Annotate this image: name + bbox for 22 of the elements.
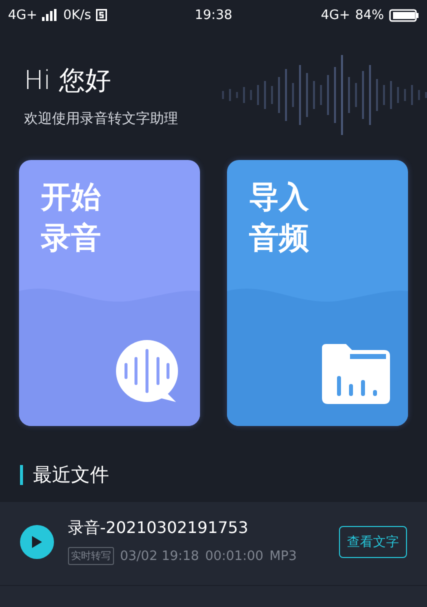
signal-icon [42,9,58,21]
network-speed: 0K/s [63,8,92,22]
file-date: 03/02 19:18 [120,548,200,564]
play-button[interactable] [20,524,54,558]
section-title: 最近文件 [33,463,109,488]
battery-level: 84% [355,8,384,22]
start-recording-card[interactable]: 开始 录音 [19,160,200,426]
view-text-button[interactable]: 查看文字 [339,526,407,558]
greeting-title: Hi 您好 [24,64,112,98]
network-type: 4G+ [320,8,350,22]
app-notification-icon [96,9,108,21]
play-icon [31,534,43,548]
clock: 19:38 [194,8,232,22]
file-duration: 00:01:00 [205,548,264,564]
greeting-subtitle: 欢迎使用录音转文字助理 [24,110,178,128]
battery-icon [389,8,419,22]
import-audio-card[interactable]: 导入 音频 [227,160,408,426]
audio-folder-icon [322,344,390,404]
file-name: 录音-20210302191753 [68,518,250,539]
file-format: MP3 [269,548,297,564]
file-tag: 实时转写 [68,547,114,565]
network-type: 4G+ [8,8,38,22]
